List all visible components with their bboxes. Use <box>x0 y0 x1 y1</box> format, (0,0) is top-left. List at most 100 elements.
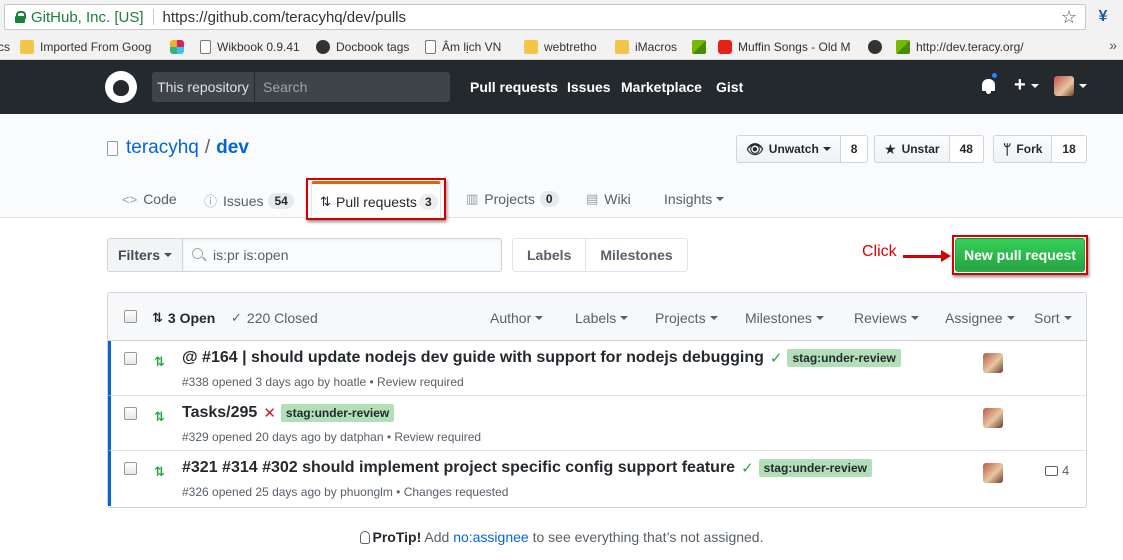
tab-wiki-label: Wiki <box>604 191 631 207</box>
sort-filter[interactable]: Sort <box>1034 310 1072 326</box>
bookmark-item[interactable] <box>170 38 190 56</box>
tab-insights[interactable]: Insights <box>664 191 725 207</box>
bookmark-item[interactable] <box>692 38 712 56</box>
open-filter-link[interactable]: ⇅ 3 Open <box>152 310 215 326</box>
issues-counter: 54 <box>268 192 294 209</box>
url-text[interactable]: https://github.com/teracyhq/dev/pulls <box>163 9 406 26</box>
repo-header: teracyhq / dev 👁 Unwatch 8 ★ Unstar 48 ᛘ Fo… <box>0 114 1123 218</box>
chevron-down-icon <box>1006 316 1015 324</box>
pull-request-meta: #338 opened 3 days ago by hoatle • Revie… <box>182 375 464 389</box>
bookmark-item[interactable]: Docbook tags <box>316 38 409 56</box>
nav-issues[interactable]: Issues <box>567 79 611 95</box>
fork-button[interactable]: ᛘ Fork <box>993 135 1053 163</box>
search-icon <box>192 248 203 259</box>
slack-icon <box>170 40 184 54</box>
lock-icon <box>15 11 26 23</box>
label-badge[interactable]: stag:under-review <box>280 404 395 422</box>
bookmark-item[interactable] <box>868 38 888 56</box>
search-input[interactable]: Search <box>254 72 450 102</box>
row-checkbox[interactable] <box>124 407 137 420</box>
create-new-icon[interactable]: + <box>1014 74 1026 97</box>
bookmark-star-icon[interactable]: ☆ <box>1061 7 1077 28</box>
extension-icon[interactable]: ¥ <box>1093 7 1113 27</box>
notification-indicator <box>990 71 999 80</box>
notifications-bell-icon[interactable] <box>981 78 996 95</box>
closed-filter-link[interactable]: ✓ 220 Closed <box>231 310 318 326</box>
row-checkbox[interactable] <box>124 462 137 475</box>
no-assignee-link[interactable]: no:assignee <box>453 529 529 545</box>
bookmark-label: Muffin Songs - Old M <box>738 40 851 54</box>
projects-filter-label: Projects <box>655 310 706 326</box>
label-badge[interactable]: stag:under-review <box>787 349 901 367</box>
tab-projects[interactable]: ▥ Projects 0 <box>466 191 559 207</box>
bookmark-item[interactable]: http://dev.teracy.org/ <box>896 38 1024 56</box>
omnibox[interactable]: GitHub, Inc. [US] https://github.com/ter… <box>4 4 1086 30</box>
chevron-down-icon <box>620 316 629 324</box>
github-logo-icon[interactable] <box>105 71 137 103</box>
milestones-filter[interactable]: Milestones <box>745 310 824 326</box>
comments-link[interactable]: 4 <box>1045 463 1069 478</box>
bookmark-label: webtretho <box>544 40 597 54</box>
repo-owner-link[interactable]: teracyhq <box>126 137 199 159</box>
pull-request-meta: #329 opened 20 days ago by datphan • Rev… <box>182 430 482 444</box>
tab-issues-label: Issues <box>223 192 264 209</box>
avatar[interactable] <box>1054 76 1074 96</box>
failure-x-icon[interactable]: ✕ <box>263 404 276 422</box>
filters-button[interactable]: Filters <box>107 238 183 272</box>
unwatch-button[interactable]: 👁 Unwatch <box>736 135 841 163</box>
author-filter[interactable]: Author <box>490 310 544 326</box>
bookmark-item[interactable]: cs <box>0 38 10 56</box>
nav-marketplace[interactable]: Marketplace <box>621 79 702 95</box>
new-pull-request-button[interactable]: New pull request <box>955 238 1085 272</box>
annotation-arrow-icon <box>903 250 951 262</box>
comment-icon <box>1045 465 1058 476</box>
bookmark-item[interactable]: Wikbook 0.9.41 <box>200 38 300 56</box>
more-bookmarks-icon[interactable]: » <box>1109 37 1117 53</box>
tab-wiki[interactable]: ▤ Wiki <box>586 191 631 207</box>
success-check-icon[interactable]: ✓ <box>770 349 783 367</box>
assignee-avatar[interactable] <box>983 408 1003 428</box>
folder-icon <box>524 40 538 54</box>
bookmark-item[interactable]: Imported From Goog <box>20 38 151 56</box>
tab-code[interactable]: <> Code <box>122 191 177 207</box>
bookmark-item[interactable]: webtretho <box>524 38 597 56</box>
assignee-avatar[interactable] <box>983 353 1003 373</box>
search-input[interactable] <box>182 238 502 272</box>
green-icon <box>692 40 706 54</box>
comments-count: 4 <box>1062 463 1070 478</box>
unstar-button[interactable]: ★ Unstar <box>874 135 950 163</box>
pull-request-title-link[interactable]: Tasks/295 <box>182 404 257 422</box>
stars-count[interactable]: 48 <box>949 135 984 163</box>
bookmark-item[interactable]: iMacros <box>615 38 677 56</box>
fork-label: Fork <box>1016 142 1043 156</box>
pull-request-title-link[interactable]: @ #164 | should update nodejs dev guide … <box>182 349 764 367</box>
search-scope[interactable]: This repository <box>152 72 254 102</box>
assignee-avatar[interactable] <box>983 463 1003 483</box>
success-check-icon[interactable]: ✓ <box>741 459 754 477</box>
select-all-checkbox[interactable] <box>124 310 137 323</box>
milestones-button[interactable]: Milestones <box>586 238 688 272</box>
pull-request-title-link[interactable]: #321 #314 #302 should implement project … <box>182 459 735 477</box>
labels-button[interactable]: Labels <box>512 238 587 272</box>
bookmark-item[interactable]: Muffin Songs - Old M <box>718 38 851 56</box>
labels-filter[interactable]: Labels <box>575 310 629 326</box>
label-badge[interactable]: stag:under-review <box>758 459 872 477</box>
projects-filter[interactable]: Projects <box>655 310 718 326</box>
repo-name-link[interactable]: dev <box>216 137 249 159</box>
protip-lead: ProTip! <box>372 529 422 545</box>
bookmark-label: Wikbook 0.9.41 <box>217 40 300 54</box>
nav-gist[interactable]: Gist <box>716 79 743 95</box>
row-checkbox[interactable] <box>124 352 137 365</box>
site-identity[interactable]: GitHub, Inc. [US] <box>31 9 144 26</box>
watchers-count[interactable]: 8 <box>840 135 869 163</box>
protip-pre: Add <box>424 529 450 545</box>
bookmark-item[interactable]: Âm lịch VN <box>425 38 501 56</box>
reviews-filter[interactable]: Reviews <box>854 310 919 326</box>
assignee-filter[interactable]: Assignee <box>945 310 1015 326</box>
repo-icon <box>107 140 118 156</box>
page-icon <box>200 40 211 54</box>
labels-filter-label: Labels <box>575 310 617 326</box>
nav-pull-requests[interactable]: Pull requests <box>470 79 558 95</box>
tab-issues[interactable]: ⓘ Issues 54 <box>204 191 294 210</box>
forks-count[interactable]: 18 <box>1052 135 1087 163</box>
